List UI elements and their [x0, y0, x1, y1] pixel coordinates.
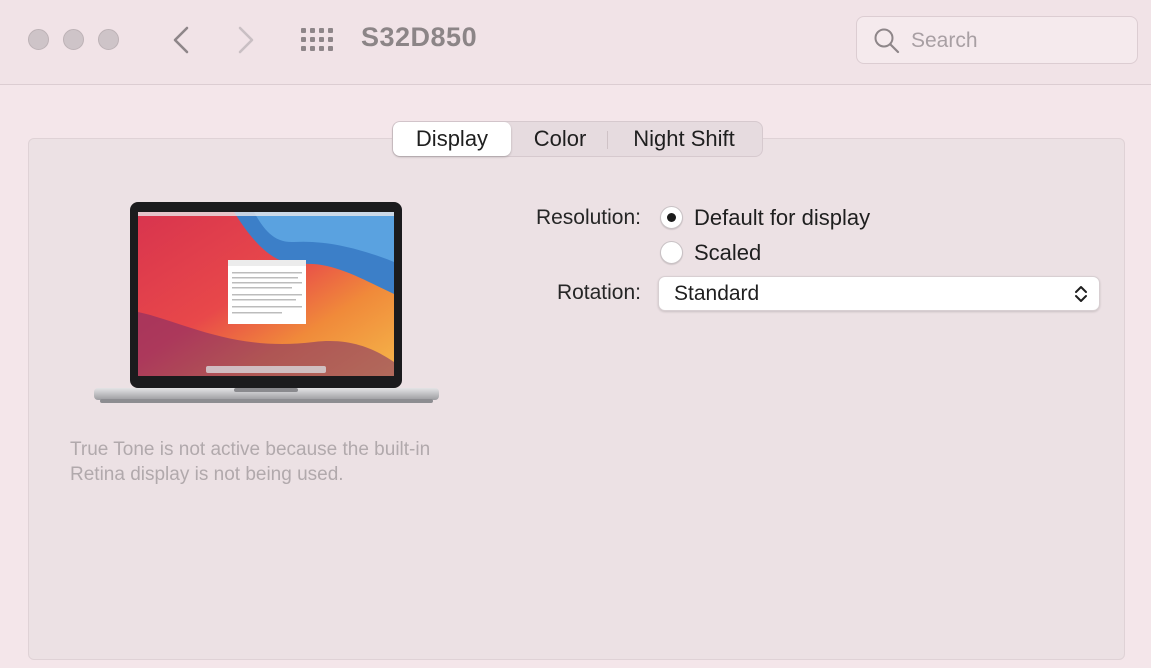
true-tone-note: True Tone is not active because the buil…: [70, 439, 431, 485]
tab-color[interactable]: Color: [513, 122, 607, 156]
window-title: S32D850: [361, 22, 478, 52]
zoom-button[interactable]: [98, 29, 119, 50]
minimize-button[interactable]: [63, 29, 84, 50]
rotation-label: Rotation:: [556, 281, 641, 304]
search-icon: [874, 28, 900, 54]
option-default-for-display[interactable]: Default for display: [694, 205, 870, 231]
chevron-up-down-icon: [1075, 286, 1087, 302]
forward-button[interactable]: [231, 22, 261, 58]
grid-icon: [301, 28, 333, 51]
resolution-label: Resolution:: [535, 206, 641, 229]
tab-separator: [607, 131, 608, 149]
rotation-value: Standard: [674, 282, 760, 305]
show-all-button[interactable]: [300, 27, 334, 53]
tab-bar: Display Color Night Shift: [392, 121, 763, 157]
system-preferences-window: S32D850 Search Display Color Night Shift: [0, 0, 1151, 668]
radio-scaled[interactable]: [660, 241, 683, 264]
chevron-right-icon: [238, 26, 254, 54]
radio-default-for-display[interactable]: [660, 206, 683, 229]
search-placeholder: Search: [911, 29, 978, 52]
macbook-pro-image: [94, 202, 439, 403]
tab-night-shift[interactable]: Night Shift: [609, 122, 759, 156]
back-button[interactable]: [166, 22, 196, 58]
chevron-left-icon: [173, 26, 189, 54]
search-field[interactable]: Search: [856, 16, 1138, 64]
option-scaled[interactable]: Scaled: [694, 240, 761, 266]
radio-selected-dot: [667, 213, 676, 222]
tab-display[interactable]: Display: [393, 122, 511, 156]
close-button[interactable]: [28, 29, 49, 50]
title-bar: S32D850 Search: [0, 0, 1151, 85]
rotation-select[interactable]: Standard: [658, 276, 1100, 311]
